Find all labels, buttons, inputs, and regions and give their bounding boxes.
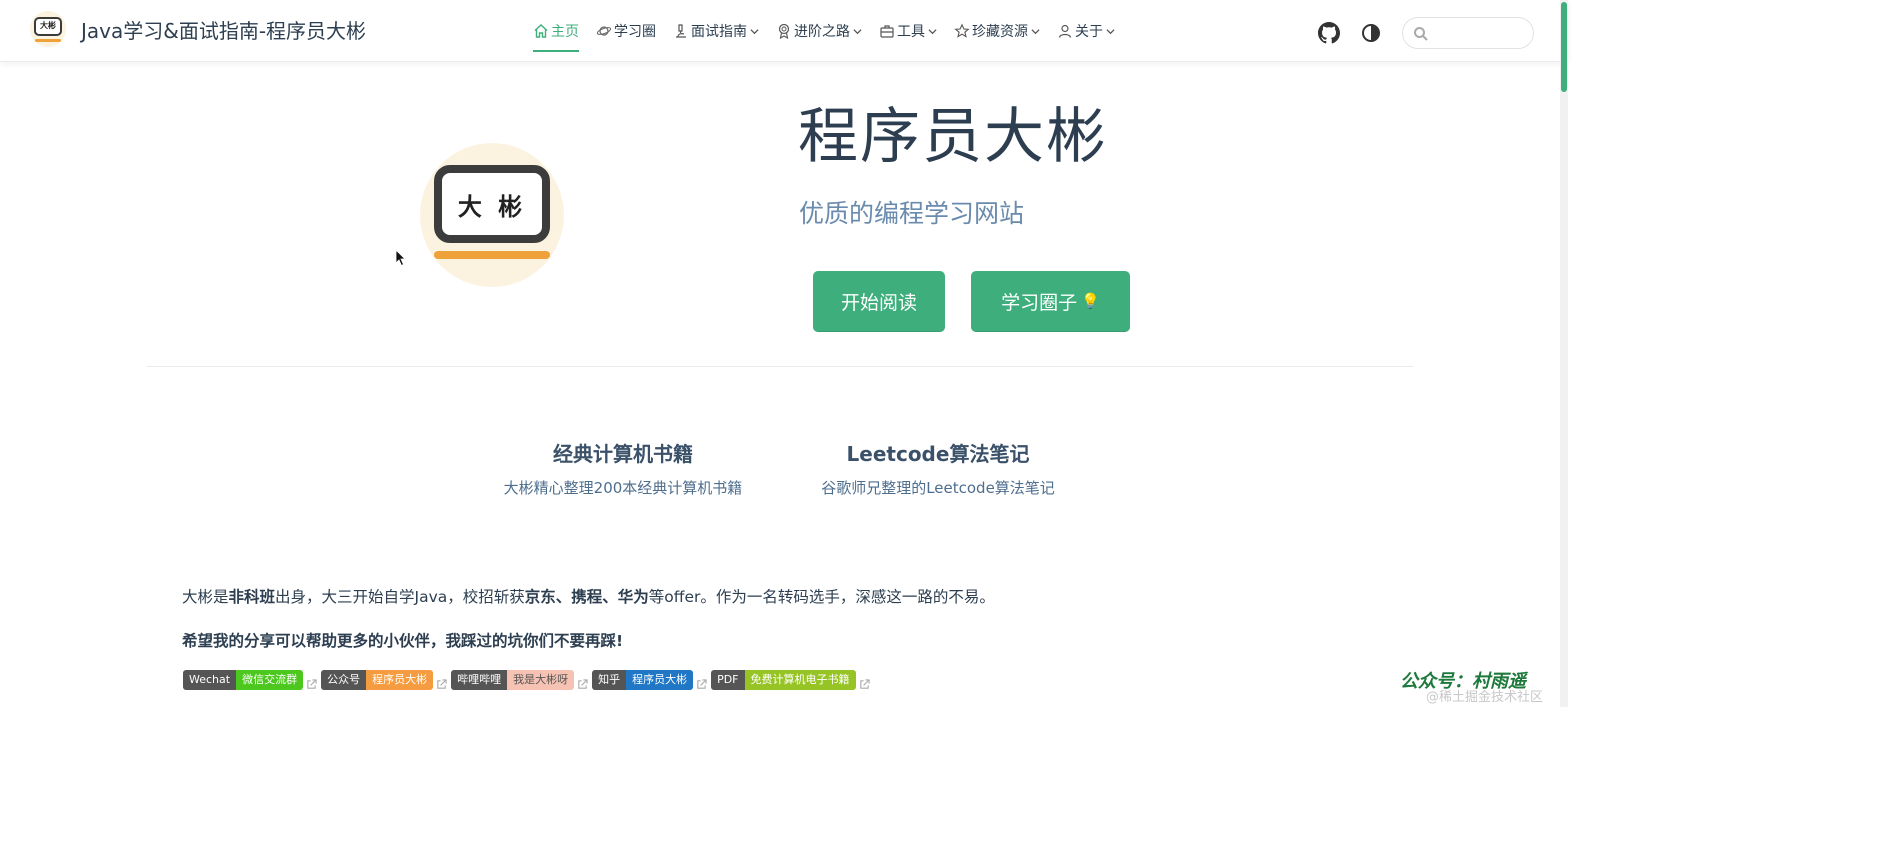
toolbox-icon bbox=[880, 25, 894, 38]
feature-leetcode: Leetcode算法笔记 谷歌师兄整理的Leetcode算法笔记 bbox=[813, 438, 1063, 499]
feature-details: 大彬精心整理200本经典计算机书籍 bbox=[503, 479, 743, 497]
home-icon bbox=[534, 24, 548, 38]
theme-toggle-icon[interactable] bbox=[1360, 22, 1382, 44]
intro-emphasis: 非科班 bbox=[228, 588, 276, 606]
nav-item-label: 进阶之路 bbox=[794, 24, 850, 40]
nav-item-about[interactable]: 关于 bbox=[1057, 14, 1115, 48]
badge-value: 程序员大彬 bbox=[626, 670, 694, 690]
watermark-sub: @稀土掘金技术社区 bbox=[1426, 690, 1544, 705]
scrollbar-thumb[interactable] bbox=[1561, 2, 1567, 92]
site-logo[interactable]: 大彬 bbox=[30, 11, 66, 47]
user-icon bbox=[1058, 24, 1072, 38]
intro-text: 大彬是 bbox=[182, 588, 229, 606]
pdf-badge[interactable]: PDF 免费计算机电子书籍 bbox=[711, 670, 856, 690]
nav-item-label: 珍藏资源 bbox=[972, 24, 1028, 40]
search-icon bbox=[1414, 27, 1428, 41]
planet-icon bbox=[596, 26, 612, 36]
nav-item-advanced[interactable]: 进阶之路 bbox=[776, 14, 862, 48]
section-divider bbox=[147, 366, 1413, 367]
nav-item-label: 主页 bbox=[551, 24, 579, 40]
external-link-icon bbox=[437, 678, 447, 689]
start-reading-label: 开始阅读 bbox=[840, 291, 917, 314]
external-link-icon bbox=[578, 678, 588, 689]
intro-emphasis: 京东、携程、华为 bbox=[524, 588, 649, 606]
search-input[interactable] bbox=[1435, 22, 1527, 44]
nav-item-resources[interactable]: 珍藏资源 bbox=[954, 14, 1040, 48]
badge-label: 知乎 bbox=[592, 670, 627, 690]
intro-text: 等offer。作为一名转码选手，深感这一路的不易。 bbox=[648, 588, 995, 606]
github-icon[interactable] bbox=[1318, 22, 1340, 44]
badge-value: 我是大彬呀 bbox=[507, 670, 575, 690]
bilibili-badge[interactable]: 哔哩哔哩 我是大彬呀 bbox=[451, 670, 575, 690]
feature-details: 谷歌师兄整理的Leetcode算法笔记 bbox=[821, 479, 1055, 497]
wechat-badge[interactable]: Wechat 微信交流群 bbox=[183, 670, 304, 690]
mouse-cursor-icon bbox=[396, 250, 406, 266]
site-logo-text: 大彬 bbox=[34, 17, 62, 36]
nav-item-label: 工具 bbox=[897, 24, 925, 40]
hero-logo: 大 彬 bbox=[420, 143, 564, 287]
badge-label: 公众号 bbox=[321, 670, 367, 690]
badge-label: PDF bbox=[711, 670, 745, 690]
top-navbar: 大彬 Java学习&面试指南-程序员大彬 主页 学习圈 面试指南 进阶之路 工具 bbox=[0, 0, 1568, 62]
study-circle-button[interactable]: 学习圈子 💡 bbox=[971, 271, 1130, 332]
nav-right-tools bbox=[1318, 17, 1534, 49]
nav-item-interview[interactable]: 面试指南 bbox=[673, 14, 759, 48]
nav-links: 主页 学习圈 面试指南 进阶之路 工具 珍藏资源 关于 bbox=[533, 0, 1132, 62]
badge-value: 微信交流群 bbox=[236, 670, 304, 690]
chevron-down-icon bbox=[928, 28, 937, 34]
zhihu-badge[interactable]: 知乎 程序员大彬 bbox=[592, 670, 694, 690]
search-box[interactable] bbox=[1402, 17, 1534, 49]
microscope-icon bbox=[676, 24, 686, 38]
nav-item-tools[interactable]: 工具 bbox=[879, 14, 937, 48]
badge-label: 哔哩哔哩 bbox=[451, 670, 508, 690]
hero-logo-text: 大 彬 bbox=[434, 165, 550, 243]
site-brand[interactable]: 大彬 Java学习&面试指南-程序员大彬 bbox=[30, 11, 366, 47]
official-account-badge[interactable]: 公众号 程序员大彬 bbox=[321, 670, 434, 690]
external-link-icon bbox=[697, 678, 707, 689]
start-reading-button[interactable]: 开始阅读 bbox=[813, 271, 945, 332]
badge-row: Wechat 微信交流群 公众号 程序员大彬 哔哩哔哩 我是大彬呀 知乎 程序员大彬 P… bbox=[183, 670, 874, 690]
nav-item-label: 面试指南 bbox=[691, 24, 747, 40]
star-icon bbox=[954, 23, 970, 38]
nav-item-label: 学习圈 bbox=[614, 24, 656, 40]
external-link-icon bbox=[307, 678, 317, 689]
study-circle-label: 学习圈子 bbox=[1001, 291, 1078, 314]
chevron-down-icon bbox=[750, 28, 759, 34]
badge-value: 免费计算机电子书籍 bbox=[744, 670, 856, 690]
intro-highlight: 希望我的分享可以帮助更多的小伙伴，我踩过的坑你们不要再踩! bbox=[182, 632, 624, 650]
nav-item-circle[interactable]: 学习圈 bbox=[596, 14, 656, 48]
page-scrollbar[interactable] bbox=[1560, 0, 1568, 707]
chevron-down-icon bbox=[1031, 28, 1040, 34]
badge-label: Wechat bbox=[183, 670, 237, 690]
hero-description: 优质的编程学习网站 bbox=[799, 199, 1025, 228]
external-link-icon bbox=[859, 678, 870, 689]
medal-icon bbox=[778, 23, 790, 39]
chevron-down-icon bbox=[853, 28, 862, 34]
site-title[interactable]: Java学习&面试指南-程序员大彬 bbox=[81, 15, 366, 44]
intro-text: 出身，大三开始自学Java，校招斩获 bbox=[275, 588, 525, 606]
lightbulb-icon: 💡 bbox=[1081, 292, 1100, 310]
hero-title: 程序员大彬 bbox=[798, 102, 1108, 172]
intro-paragraph: 大彬是非科班出身，大三开始自学Java，校招斩获京东、携程、华为等offer。作… bbox=[182, 585, 995, 607]
feature-title: 经典计算机书籍 bbox=[553, 442, 693, 466]
badge-value: 程序员大彬 bbox=[366, 670, 434, 690]
nav-item-home[interactable]: 主页 bbox=[533, 14, 579, 52]
feature-books: 经典计算机书籍 大彬精心整理200本经典计算机书籍 bbox=[498, 438, 748, 499]
nav-item-label: 关于 bbox=[1075, 24, 1103, 40]
chevron-down-icon bbox=[1106, 28, 1115, 34]
feature-title: Leetcode算法笔记 bbox=[846, 442, 1030, 466]
